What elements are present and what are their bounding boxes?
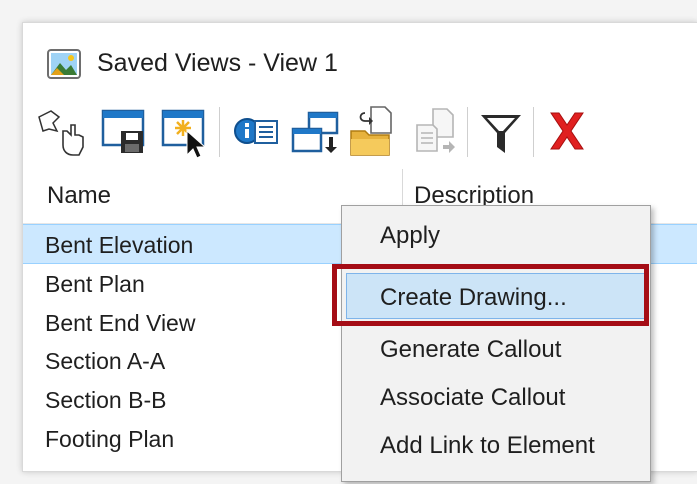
menu-item-associate-callout[interactable]: Associate Callout bbox=[342, 374, 650, 418]
toolbar-separator bbox=[533, 107, 534, 157]
column-header-name[interactable]: Name bbox=[47, 182, 111, 210]
toolbar bbox=[23, 101, 697, 163]
window-title: Saved Views - View 1 bbox=[97, 49, 338, 77]
menu-item-label: Add Link to Element bbox=[380, 432, 595, 459]
row-name: Bent End View bbox=[45, 310, 196, 336]
new-view-icon[interactable] bbox=[153, 101, 209, 163]
menu-item-apply[interactable]: Apply bbox=[342, 212, 650, 256]
export-icon[interactable] bbox=[407, 101, 463, 163]
row-name: Bent Plan bbox=[45, 271, 145, 297]
toolbar-separator bbox=[467, 107, 468, 157]
callout-highlight-box bbox=[332, 264, 649, 326]
apply-view-icon[interactable] bbox=[287, 101, 343, 163]
menu-item-label: Generate Callout bbox=[380, 336, 562, 363]
title-bar: Saved Views - View 1 bbox=[23, 23, 697, 95]
pointer-select-icon[interactable] bbox=[33, 101, 89, 163]
import-icon[interactable] bbox=[345, 101, 401, 163]
menu-item-add-link-to-element[interactable]: Add Link to Element bbox=[342, 422, 650, 466]
properties-icon[interactable] bbox=[225, 101, 281, 163]
row-name: Bent Elevation bbox=[45, 232, 194, 258]
row-name: Footing Plan bbox=[45, 426, 175, 452]
menu-item-generate-callout[interactable]: Generate Callout bbox=[342, 326, 650, 370]
context-menu: Apply Create Drawing... Generate Callout… bbox=[341, 205, 651, 482]
delete-icon[interactable] bbox=[539, 101, 595, 163]
menu-item-label: Apply bbox=[380, 222, 441, 249]
filter-icon[interactable] bbox=[473, 101, 529, 163]
toolbar-separator bbox=[219, 107, 220, 157]
menu-item-label: Associate Callout bbox=[380, 384, 566, 411]
save-view-icon[interactable] bbox=[93, 101, 149, 163]
saved-views-app-icon bbox=[47, 49, 81, 79]
row-name: Section B-B bbox=[45, 387, 167, 413]
row-name: Section A-A bbox=[45, 348, 166, 374]
